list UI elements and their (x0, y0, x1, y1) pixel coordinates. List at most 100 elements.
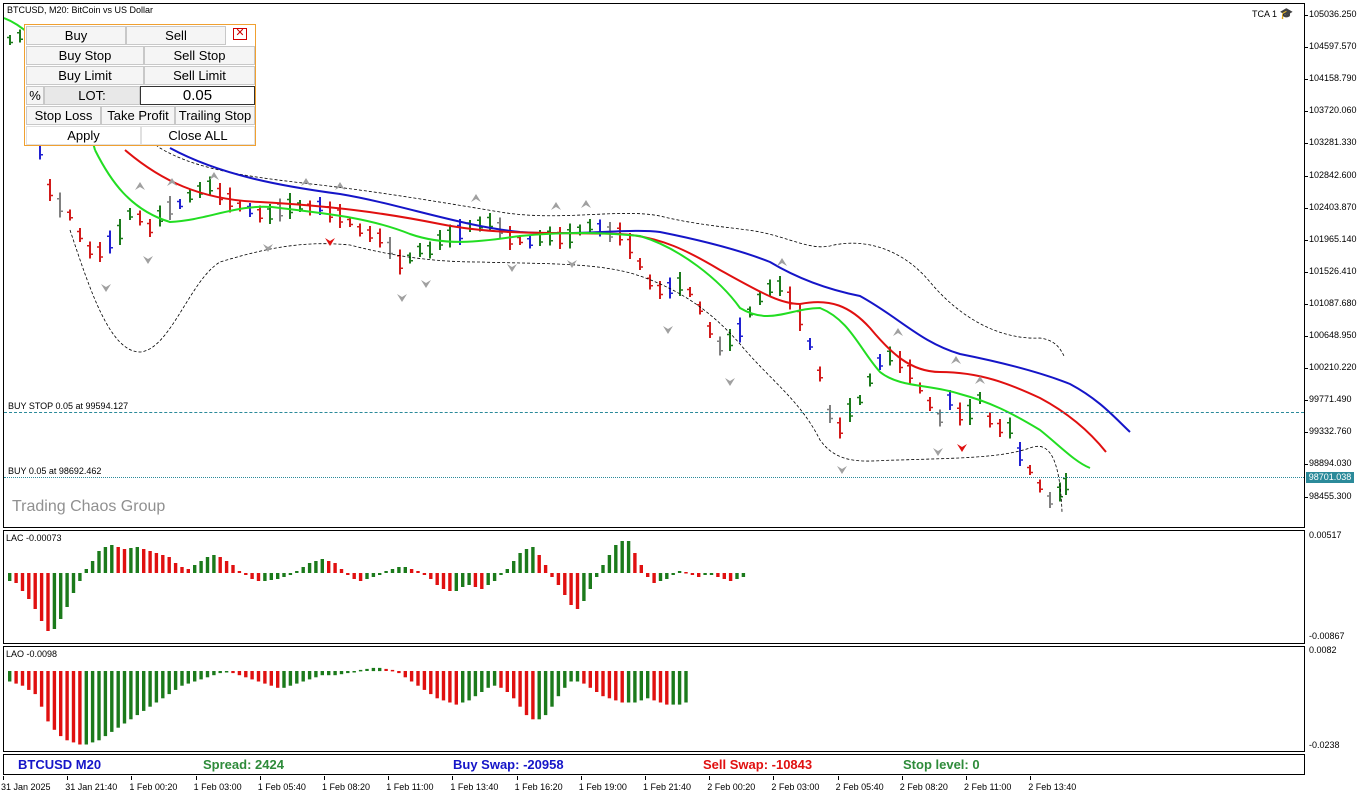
status-buy-swap: Buy Swap: -20958 (453, 757, 564, 772)
histogram-bar (390, 669, 395, 672)
histogram-bar (256, 573, 261, 581)
histogram-bar (276, 671, 280, 688)
histogram-bar (671, 671, 675, 705)
lac-axis-top: 0.00517 (1309, 530, 1342, 540)
sell-limit-button[interactable]: Sell Limit (144, 66, 255, 85)
histogram-bar (97, 551, 101, 573)
histogram-bar (416, 671, 420, 686)
fractal-up-marker (551, 202, 561, 210)
fractal-down-marker (507, 264, 517, 272)
price-axis-label: 104597.570 (1309, 41, 1357, 52)
histogram-bar (320, 559, 324, 573)
close-icon[interactable]: ✕ (233, 28, 247, 40)
histogram-bar (690, 573, 695, 575)
sell-button[interactable]: Sell (126, 26, 226, 45)
histogram-bar (614, 671, 618, 701)
histogram-bar (473, 573, 478, 587)
stop-loss-button[interactable]: Stop Loss (26, 106, 101, 125)
histogram-bar (403, 671, 407, 678)
histogram-bar (620, 671, 624, 703)
fractal-down-marker (663, 326, 673, 334)
histogram-bar (524, 671, 529, 716)
fractal-up-marker (951, 356, 961, 364)
apply-button[interactable]: Apply (26, 126, 141, 145)
histogram-bar (709, 573, 714, 575)
fractal-down-marker (837, 466, 847, 474)
histogram-bar (384, 571, 388, 573)
histogram-bar (180, 671, 184, 686)
histogram-bar (633, 553, 637, 573)
histogram-bar (161, 671, 165, 699)
fractal-down-marker (143, 256, 153, 264)
histogram-bar (339, 569, 344, 573)
buy-stop-button[interactable]: Buy Stop (26, 46, 144, 65)
histogram-bar (512, 671, 516, 699)
fractal-down-marker (397, 294, 407, 302)
price-axis-tick (1304, 496, 1308, 498)
histogram-bar (620, 541, 624, 573)
histogram-bar (371, 667, 376, 672)
price-axis-label: 103720.060 (1309, 105, 1357, 116)
time-axis-tick (516, 776, 518, 780)
histogram-bar (722, 573, 726, 579)
histogram-bar (52, 671, 57, 730)
buy-button[interactable]: Buy (26, 26, 126, 45)
histogram-bar (365, 668, 369, 671)
histogram-bar (582, 573, 586, 601)
histogram-bar (716, 573, 720, 577)
histogram-bar (288, 573, 293, 575)
fractal-down-marker (263, 244, 273, 252)
buy-limit-button[interactable]: Buy Limit (26, 66, 144, 85)
take-profit-button[interactable]: Take Profit (101, 106, 175, 125)
histogram-bar (486, 671, 490, 688)
price-axis-tick (1304, 79, 1308, 81)
histogram-bar (142, 549, 146, 573)
histogram-bar (110, 671, 114, 732)
histogram-bar (288, 671, 293, 686)
histogram-bar (677, 671, 682, 705)
histogram-bar (563, 573, 567, 595)
histogram-bar (90, 561, 95, 573)
histogram-bar (601, 565, 605, 573)
histogram-bar (193, 671, 197, 682)
lot-label: LOT: (44, 86, 140, 105)
histogram-bar (103, 671, 108, 737)
histogram-bar (518, 553, 522, 573)
price-axis-tick (1304, 239, 1308, 241)
buy-stop-level-line[interactable] (4, 412, 1304, 413)
lao-axis-top: 0.0082 (1309, 645, 1337, 655)
histogram-bar (59, 573, 63, 619)
histogram-bar (59, 671, 63, 737)
histogram-bar (327, 671, 331, 676)
histogram-bar (582, 671, 586, 684)
price-axis-tick (1304, 15, 1308, 16)
watermark: Trading Chaos Group (12, 498, 166, 515)
status-bar: BTCUSD M20 Spread: 2424 Buy Swap: -20958… (3, 754, 1305, 775)
histogram-bar (276, 573, 280, 579)
histogram-bar (371, 573, 376, 577)
fractal-markers (101, 172, 985, 474)
time-axis-tick (67, 776, 69, 780)
histogram-bar (231, 671, 235, 674)
histogram-bar (422, 573, 427, 575)
histogram-bar (295, 571, 299, 573)
percent-toggle[interactable]: % (26, 86, 44, 105)
price-axis-label: 99332.760 (1309, 426, 1352, 437)
buy-level-line[interactable] (4, 477, 1304, 478)
time-axis-label: 1 Feb 03:00 (193, 782, 242, 792)
time-axis-tick (580, 776, 582, 780)
histogram-bar (492, 671, 497, 686)
histogram-bar (703, 573, 707, 575)
time-axis-label: 1 Feb 21:40 (643, 782, 692, 792)
histogram-bar (167, 557, 171, 573)
price-axis-label: 105036.250 (1309, 9, 1357, 19)
histogram-bar (33, 573, 37, 609)
price-axis-tick (1304, 336, 1308, 337)
trailing-stop-button[interactable]: Trailing Stop (175, 106, 255, 125)
time-axis-tick (259, 776, 261, 780)
close-all-button[interactable]: Close ALL (141, 126, 255, 145)
sell-stop-button[interactable]: Sell Stop (144, 46, 255, 65)
lot-input[interactable]: 0.05 (140, 86, 255, 105)
histogram-bar (403, 567, 407, 573)
price-axis-label: 103281.330 (1309, 137, 1357, 148)
